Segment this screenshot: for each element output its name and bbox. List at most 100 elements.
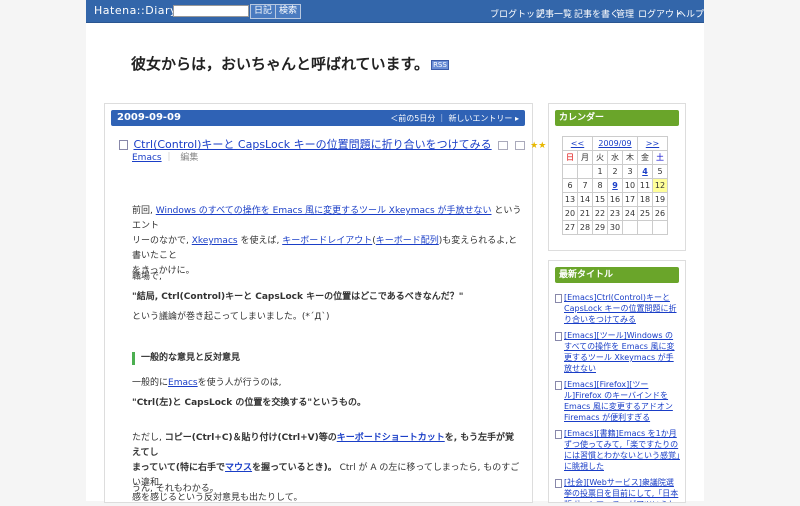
weekday-label: 日 bbox=[562, 150, 578, 165]
document-icon bbox=[555, 294, 562, 303]
calendar-day-number: 26 bbox=[654, 209, 666, 218]
recent-title-item: [Emacs][ツール]Windows のすべての操作を Emacs 風に変更す… bbox=[555, 330, 681, 374]
article-list-link[interactable]: 記事一覧 bbox=[536, 7, 572, 20]
recent-title-link[interactable]: [Emacs]Ctrl(Control)キーと CapsLock キーの位置問題… bbox=[564, 293, 677, 324]
recent-title-item: [Emacs]Ctrl(Control)キーと CapsLock キーの位置問題… bbox=[555, 292, 681, 325]
calendar-day[interactable]: 9 bbox=[607, 178, 623, 193]
text: を使う人が行うのは, bbox=[197, 378, 282, 388]
page: 彼女からは，おいちゃんと呼ばれています。 RSS 2009-09-09 ＜前の5日… bbox=[86, 23, 704, 503]
category-link[interactable]: Emacs bbox=[132, 153, 162, 163]
calendar-day-number[interactable]: 9 bbox=[612, 181, 618, 190]
calendar-day: 3 bbox=[622, 164, 638, 179]
keyword-link[interactable]: Windows のすべての操作を Emacs 風に変更するツール Xkeymac… bbox=[156, 206, 492, 216]
recent-title-link[interactable]: [Emacs][ツール]Windows のすべての操作を Emacs 風に変更す… bbox=[564, 331, 675, 373]
calendar-panel: カレンダー << 2009/09 >> 日月火水木金土 1 2 3 4 5 6 7 8 9 10 1… bbox=[548, 103, 686, 251]
calendar-nav-row: << 2009/09 >> bbox=[562, 136, 668, 151]
paragraph-8: うん, それもわかる。 bbox=[132, 484, 219, 494]
current-month[interactable]: 2009/09 bbox=[592, 136, 638, 151]
calendar-day: 1 bbox=[592, 164, 608, 179]
calendar-day: 28 bbox=[577, 220, 593, 235]
prev-month-link[interactable]: << bbox=[562, 136, 593, 151]
calendar-day-number: 7 bbox=[582, 181, 588, 190]
calendar-day-number: 27 bbox=[564, 223, 576, 232]
help-link[interactable]: ヘルプ bbox=[677, 7, 704, 20]
calendar-day-number: 25 bbox=[639, 209, 651, 218]
calendar-day-number: 6 bbox=[567, 181, 573, 190]
diary-button[interactable]: 日記 bbox=[250, 4, 277, 19]
recent-title-link[interactable]: [社会][Webサービス]衆議院選挙の投票日を目前にして,「日本版ボートマッチ」… bbox=[564, 478, 678, 502]
rss-icon[interactable]: RSS bbox=[431, 59, 449, 70]
calendar-day-number: 20 bbox=[564, 209, 576, 218]
calendar-day: 18 bbox=[637, 192, 653, 207]
nav-arrow-icon: ▸ bbox=[514, 114, 519, 123]
keyword-link[interactable]: Xkeymacs bbox=[192, 236, 238, 246]
write-article-link[interactable]: 記事を書く bbox=[574, 7, 619, 20]
calendar-day bbox=[652, 220, 668, 235]
calendar-day: 25 bbox=[637, 206, 653, 221]
calendar-day-number: 16 bbox=[609, 195, 621, 204]
blog-title-text[interactable]: 彼女からは，おいちゃんと呼ばれています。 bbox=[131, 55, 429, 73]
next-month-label[interactable]: >> bbox=[646, 139, 659, 148]
calendar-day: 26 bbox=[652, 206, 668, 221]
calendar-day-number: 17 bbox=[624, 195, 636, 204]
calendar-day: 14 bbox=[577, 192, 593, 207]
weekday-row: 日月火水木金土 bbox=[562, 150, 668, 165]
calendar-day-number: 24 bbox=[624, 209, 636, 218]
calendar-day bbox=[622, 220, 638, 235]
prev-month-label[interactable]: << bbox=[571, 139, 584, 148]
calendar-day: 7 bbox=[577, 178, 593, 193]
admin-link[interactable]: 管理 bbox=[616, 7, 634, 20]
recent-title-link[interactable]: [Emacs][書籍]Emacs を1か月ずつ使ってみて,「楽ですたりのには習慣… bbox=[564, 429, 680, 471]
month-label[interactable]: 2009/09 bbox=[598, 139, 631, 148]
recent-title-item: [社会][Webサービス]衆議院選挙の投票日を目前にして,「日本版ボートマッチ」… bbox=[555, 477, 681, 502]
date-nav: ＜前の5日分 ｜ 新しいエントリー ▸ bbox=[390, 113, 519, 124]
keyword-link[interactable]: Emacs bbox=[168, 378, 198, 388]
calendar-day-number[interactable]: 4 bbox=[642, 167, 648, 176]
weekday-label: 水 bbox=[607, 150, 623, 165]
global-header: Hatena::Diary 日記 検索 ブログトップ 記事一覧 記事を書く 管理… bbox=[86, 0, 704, 23]
hatena-diary-logo[interactable]: Hatena::Diary bbox=[94, 4, 177, 17]
search-button[interactable]: 検索 bbox=[275, 4, 302, 19]
calendar-header: カレンダー bbox=[555, 110, 679, 126]
weekday-label: 金 bbox=[637, 150, 653, 165]
blog-title: 彼女からは，おいちゃんと呼ばれています。 RSS bbox=[131, 53, 449, 74]
keyword-link[interactable]: マウス bbox=[225, 463, 252, 473]
new-entries-link[interactable]: 新しいエントリー bbox=[448, 114, 512, 123]
calendar-day: 16 bbox=[607, 192, 623, 207]
star-icon[interactable]: ★★ bbox=[530, 141, 546, 151]
edit-link[interactable]: 編集 bbox=[180, 153, 198, 163]
calendar-day-number: 13 bbox=[564, 195, 576, 204]
search-input[interactable] bbox=[173, 5, 249, 17]
paragraph-4: という議論が巻き起こってしまいました。(*´Д`) bbox=[132, 312, 330, 322]
recent-titles-header: 最新タイトル bbox=[555, 267, 679, 283]
comment-icon[interactable] bbox=[514, 140, 525, 150]
keyword-link[interactable]: キーボード配列 bbox=[376, 236, 439, 246]
calendar-day-number: 28 bbox=[579, 223, 591, 232]
next-month-link[interactable]: >> bbox=[637, 136, 668, 151]
paragraph-6: "Ctrl(左)と CapsLock の位置を交換する"というもの。 bbox=[132, 398, 367, 408]
keyword-link[interactable]: キーボードショートカット bbox=[337, 433, 445, 443]
entry-date[interactable]: 2009-09-09 bbox=[117, 112, 181, 123]
prev-5-days-link[interactable]: ＜前の5日分 bbox=[390, 114, 435, 123]
text: を使えば, bbox=[240, 236, 280, 246]
calendar-day[interactable]: 4 bbox=[637, 164, 653, 179]
keyword-link[interactable]: キーボードレイアウト bbox=[282, 236, 372, 246]
calendar-day: 15 bbox=[592, 192, 608, 207]
calendar-day: 20 bbox=[562, 206, 578, 221]
recent-title-link[interactable]: [Emacs][Firefox][ツール]Firefox のキーバインドを Em… bbox=[564, 380, 673, 422]
text: 一般的に bbox=[132, 378, 169, 388]
recent-titles-panel: 最新タイトル [Emacs]Ctrl(Control)キーと CapsLock … bbox=[548, 260, 686, 503]
calendar-week-row: 6 7 8 9 10 11 12 bbox=[562, 178, 668, 193]
paragraph-5: 一般的にEmacsを使う人が行うのは, bbox=[132, 376, 522, 391]
bookmark-icon[interactable] bbox=[498, 140, 509, 150]
paragraph-3: "結局, Ctrl(Control)キーと CapsLock キーの位置はどこで… bbox=[132, 292, 464, 302]
calendar-day bbox=[637, 220, 653, 235]
weekday-label: 木 bbox=[622, 150, 638, 165]
document-icon bbox=[555, 430, 562, 439]
document-icon bbox=[555, 479, 562, 488]
meta-separator: ｜ bbox=[164, 153, 174, 163]
calendar-day: 2 bbox=[607, 164, 623, 179]
calendar-day-number: 3 bbox=[627, 167, 633, 176]
calendar-table: << 2009/09 >> 日月火水木金土 1 2 3 4 5 6 7 8 9 10 11 12 13 1… bbox=[562, 136, 668, 235]
calendar-day: 23 bbox=[607, 206, 623, 221]
